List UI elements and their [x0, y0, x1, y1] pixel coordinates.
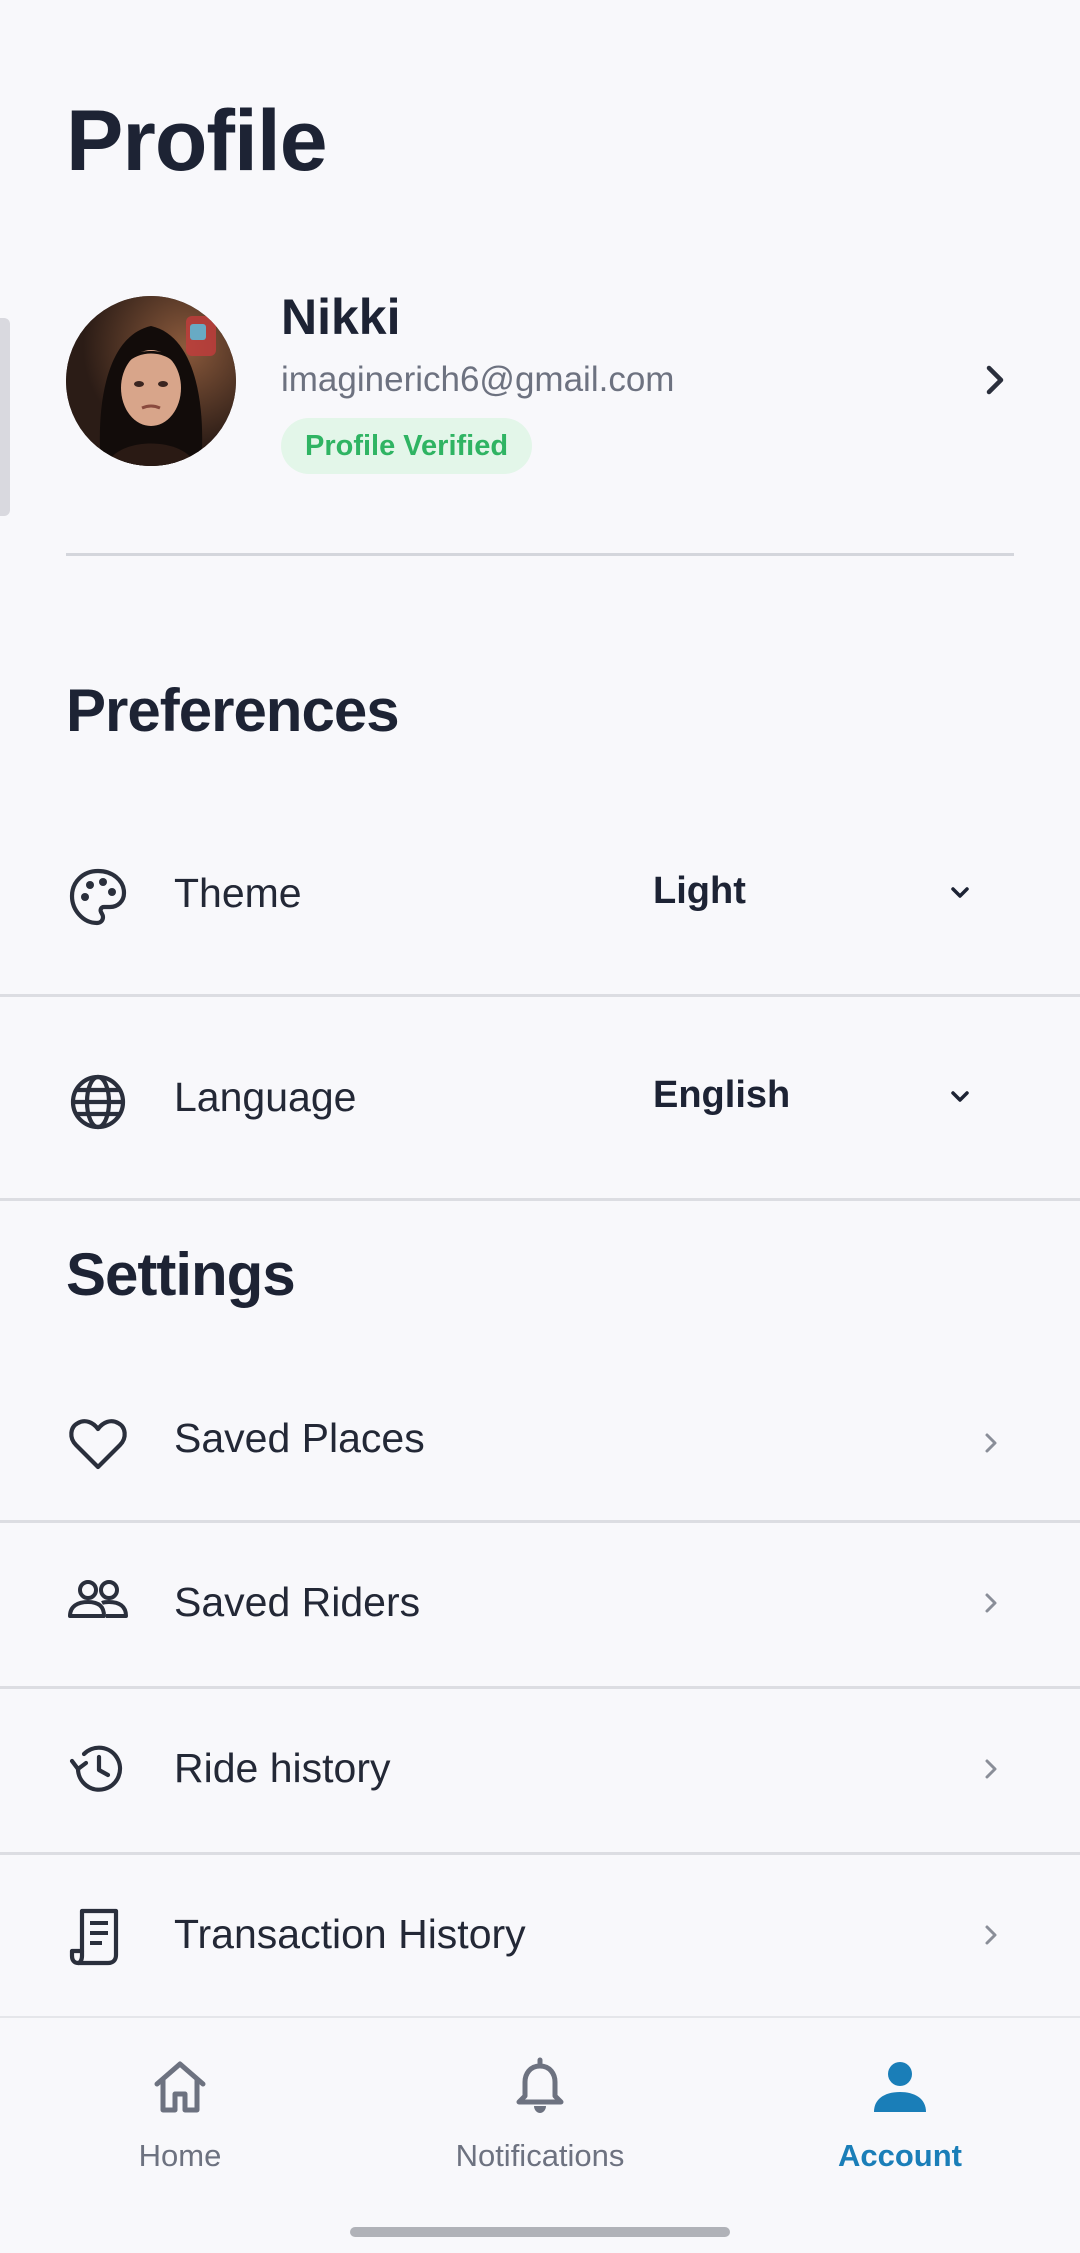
nav-label-notifications: Notifications — [455, 2138, 625, 2173]
profile-email: imaginerich6@gmail.com — [281, 360, 675, 399]
nav-divider — [0, 2016, 1080, 2018]
language-label: Language — [174, 1074, 357, 1120]
theme-row[interactable]: Theme Light — [0, 830, 1080, 990]
language-row[interactable]: Language English — [0, 1034, 1080, 1194]
chevron-right-icon[interactable] — [975, 1919, 1007, 1951]
saved-places-label: Saved Places — [174, 1415, 425, 1461]
bell-icon — [516, 2057, 564, 2113]
avatar[interactable] — [66, 296, 236, 466]
receipt-icon — [69, 1908, 119, 1966]
nav-item-account[interactable]: Account — [750, 2056, 1050, 2196]
chevron-down-icon[interactable] — [945, 1082, 975, 1112]
account-icon — [874, 2062, 926, 2112]
saved-riders-label: Saved Riders — [174, 1579, 421, 1625]
saved-places-row[interactable]: Saved Places — [0, 1395, 1080, 1520]
globe-icon — [70, 1074, 126, 1130]
transaction-history-row[interactable]: Transaction History — [0, 1855, 1080, 2015]
nav-label-home: Home — [138, 2138, 222, 2173]
saved-riders-row[interactable]: Saved Riders — [0, 1523, 1080, 1685]
page-title: Profile — [66, 93, 328, 189]
heart-icon — [69, 1419, 127, 1470]
language-value[interactable]: English — [653, 1074, 790, 1117]
people-icon — [68, 1580, 128, 1618]
home-indicator[interactable] — [350, 2227, 730, 2237]
preferences-title: Preferences — [66, 677, 400, 744]
chevron-right-icon[interactable] — [975, 1427, 1007, 1459]
transaction-history-label: Transaction History — [174, 1911, 526, 1957]
profile-card[interactable]: Nikki imaginerich6@gmail.com Profile Ver… — [66, 288, 1014, 474]
nav-item-home[interactable]: Home — [30, 2056, 330, 2196]
settings-title: Settings — [66, 1241, 296, 1308]
nav-item-notifications[interactable]: Notifications — [390, 2056, 690, 2196]
palette-icon — [69, 868, 127, 926]
bottom-nav: Home Notifications Account — [0, 2016, 1080, 2253]
profile-divider — [66, 553, 1014, 556]
nav-label-account: Account — [838, 2138, 962, 2173]
row-divider — [0, 1198, 1080, 1201]
row-divider — [0, 994, 1080, 997]
theme-label: Theme — [174, 870, 302, 916]
home-icon — [154, 2061, 206, 2113]
chevron-right-icon[interactable] — [971, 356, 1019, 404]
history-icon — [69, 1745, 123, 1792]
ride-history-label: Ride history — [174, 1745, 391, 1791]
profile-name: Nikki — [281, 289, 401, 345]
verified-badge: Profile Verified — [281, 418, 533, 474]
edge-handle[interactable] — [0, 318, 10, 516]
chevron-right-icon[interactable] — [975, 1587, 1007, 1619]
chevron-down-icon[interactable] — [945, 878, 975, 908]
theme-value[interactable]: Light — [653, 870, 746, 913]
ride-history-row[interactable]: Ride history — [0, 1689, 1080, 1851]
chevron-right-icon[interactable] — [975, 1753, 1007, 1785]
